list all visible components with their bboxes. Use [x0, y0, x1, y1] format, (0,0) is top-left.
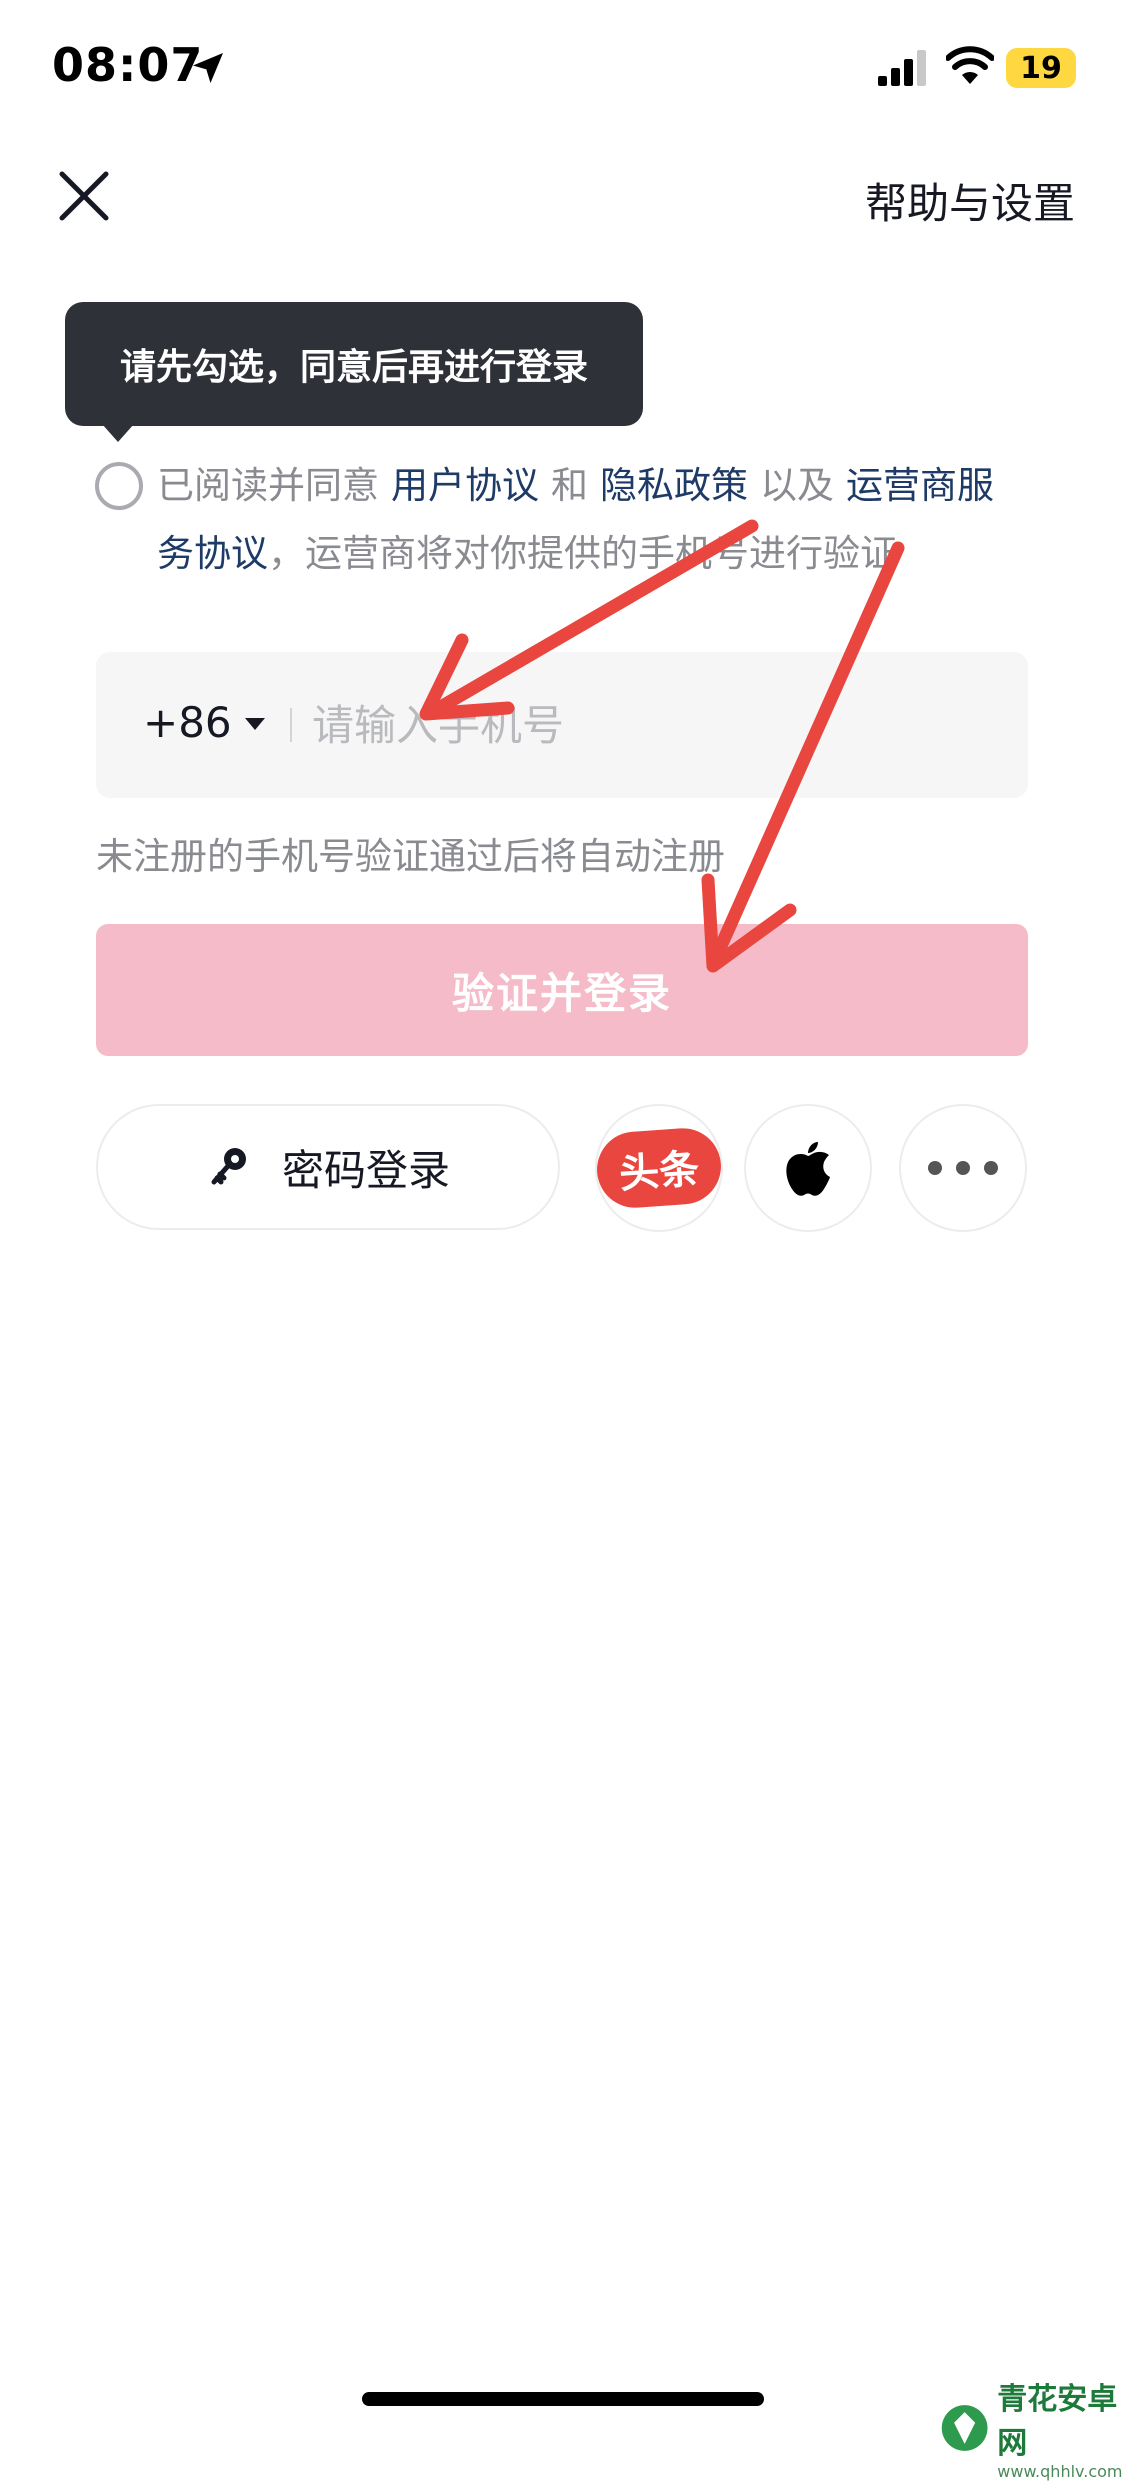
location-arrow-icon — [193, 53, 223, 83]
verify-login-label: 验证并登录 — [451, 968, 672, 1018]
status-time: 08:07 — [52, 38, 204, 92]
privacy-policy-link[interactable]: 隐私政策 — [600, 464, 748, 507]
watermark-url: www.qhhlv.com — [997, 2462, 1123, 2481]
cellular-signal-icon — [878, 50, 926, 86]
agreement-text: 已阅读并同意 用户协议和隐私政策 以及 运营商服务协议，运营商将对你提供的手机号进行验… — [157, 452, 1017, 588]
home-indicator — [362, 2392, 764, 2406]
verify-login-button[interactable]: 验证并登录 — [96, 924, 1028, 1056]
help-settings-link[interactable]: 帮助与设置 — [865, 170, 1075, 231]
apple-icon — [786, 1142, 830, 1196]
battery-level: 19 — [1020, 50, 1062, 86]
chevron-down-icon[interactable] — [245, 718, 265, 730]
toutiao-logo: 头条 — [594, 1125, 724, 1211]
agreement-and: 和 — [551, 464, 588, 507]
user-agreement-link[interactable]: 用户协议 — [391, 464, 539, 507]
field-divider — [290, 708, 292, 742]
wifi-icon — [946, 46, 994, 84]
more-login-button[interactable] — [899, 1104, 1027, 1232]
agreement-suffix: ，运营商将对你提供的手机号进行验证 — [268, 532, 897, 575]
watermark-title: 青花安卓网 — [997, 2382, 1118, 2461]
agreement-checkbox[interactable] — [95, 462, 143, 510]
battery-icon: 19 — [1006, 48, 1076, 88]
watermark: 青花安卓网 www.qhhlv.com — [940, 2374, 1125, 2481]
key-icon — [211, 1148, 246, 1185]
tooltip-tail — [102, 424, 134, 442]
phone-input[interactable] — [312, 690, 1002, 760]
password-login-label: 密码登录 — [281, 1145, 450, 1195]
toutiao-login-button[interactable]: 头条 — [594, 1104, 724, 1232]
apple-login-button[interactable] — [744, 1104, 872, 1232]
toutiao-label: 头条 — [617, 1146, 701, 1198]
agreement-prefix: 已阅读并同意 — [157, 464, 379, 507]
agreement-tooltip: 请先勾选，同意后再进行登录 — [65, 302, 643, 426]
close-icon[interactable] — [52, 164, 116, 228]
country-code-selector[interactable]: +86 — [143, 698, 232, 747]
watermark-logo-icon — [941, 2404, 988, 2451]
tooltip-text: 请先勾选，同意后再进行登录 — [119, 347, 588, 388]
more-icon — [928, 1161, 998, 1175]
password-login-button[interactable]: 密码登录 — [96, 1104, 560, 1230]
auto-register-hint: 未注册的手机号验证通过后将自动注册 — [96, 835, 725, 878]
agreement-as-well-as: 以及 — [760, 464, 834, 507]
